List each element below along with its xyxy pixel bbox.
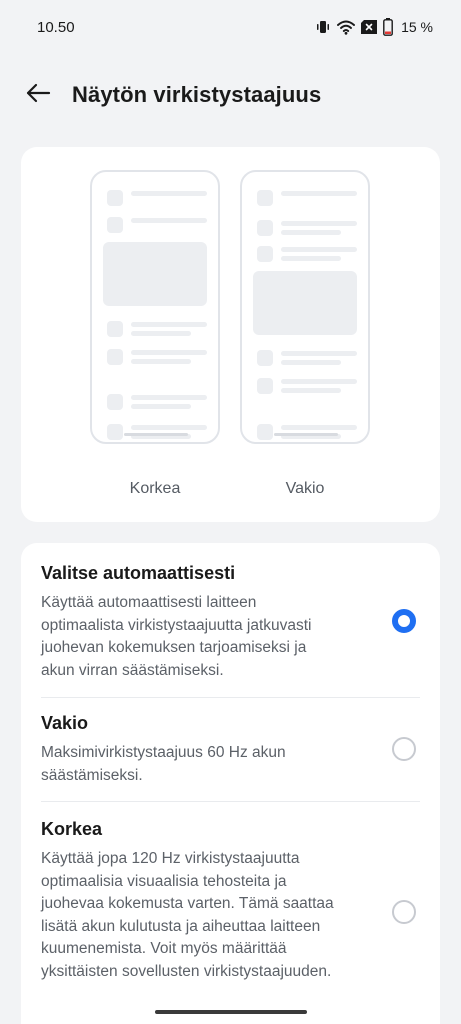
home-indicator[interactable] [155, 1010, 307, 1014]
status-icons: 15 % [315, 18, 433, 36]
wifi-icon [337, 20, 356, 35]
preview-list-item [107, 321, 207, 339]
arrow-left-icon [25, 83, 51, 108]
page-title: Näytön virkistystaajuus [72, 82, 322, 107]
preview-home-bar [274, 433, 338, 436]
preview-list-item [257, 220, 357, 238]
radio-automatic[interactable] [392, 609, 416, 633]
preview-list-item [257, 246, 357, 264]
option-automatic[interactable]: Valitse automaattisesti Käyttää automaat… [21, 543, 440, 697]
option-title: Vakio [41, 713, 89, 733]
preview-label-standard: Vakio [285, 480, 325, 497]
option-description: Käyttää jopa 120 Hz virkistystaajuutta o… [41, 850, 334, 980]
preview-list-item [107, 217, 207, 235]
preview-content-block [253, 271, 357, 335]
header: Näytön virkistystaajuus [0, 72, 461, 118]
preview-list-item [107, 190, 207, 208]
preview-label-high: Korkea [129, 480, 181, 497]
phone-preview-standard[interactable] [240, 170, 370, 444]
preview-content-block [103, 242, 207, 306]
preview-home-bar [124, 433, 188, 436]
option-description: Käyttää automaattisesti laitteen optimaa… [41, 594, 312, 679]
preview-list-item [257, 378, 357, 396]
option-title: Korkea [41, 819, 103, 839]
preview-list-item [107, 349, 207, 367]
preview-list-item [257, 190, 357, 208]
refresh-rate-options: Valitse automaattisesti Käyttää automaat… [21, 543, 440, 1024]
radio-standard[interactable] [392, 737, 416, 761]
phone-preview-high[interactable] [90, 170, 220, 444]
option-description: Maksimivirkistystaajuus 60 Hz akun sääst… [41, 744, 286, 784]
back-button[interactable] [14, 72, 62, 118]
status-time: 10.50 [37, 18, 75, 36]
radio-high[interactable] [392, 900, 416, 924]
status-bar: 10.50 15 % [0, 0, 461, 54]
option-standard[interactable]: Vakio Maksimivirkistystaajuus 60 Hz akun… [21, 698, 440, 801]
preview-card: Korkea Vakio [21, 147, 440, 522]
preview-list-item [257, 350, 357, 368]
preview-list-item [107, 394, 207, 412]
battery-percent: 15 % [401, 19, 433, 35]
option-title: Valitse automaattisesti [41, 563, 236, 583]
option-high[interactable]: Korkea Käyttää jopa 120 Hz virkistystaaj… [21, 802, 440, 1024]
vibrate-icon [315, 19, 331, 35]
no-sim-icon [361, 20, 378, 34]
battery-icon [383, 18, 393, 36]
